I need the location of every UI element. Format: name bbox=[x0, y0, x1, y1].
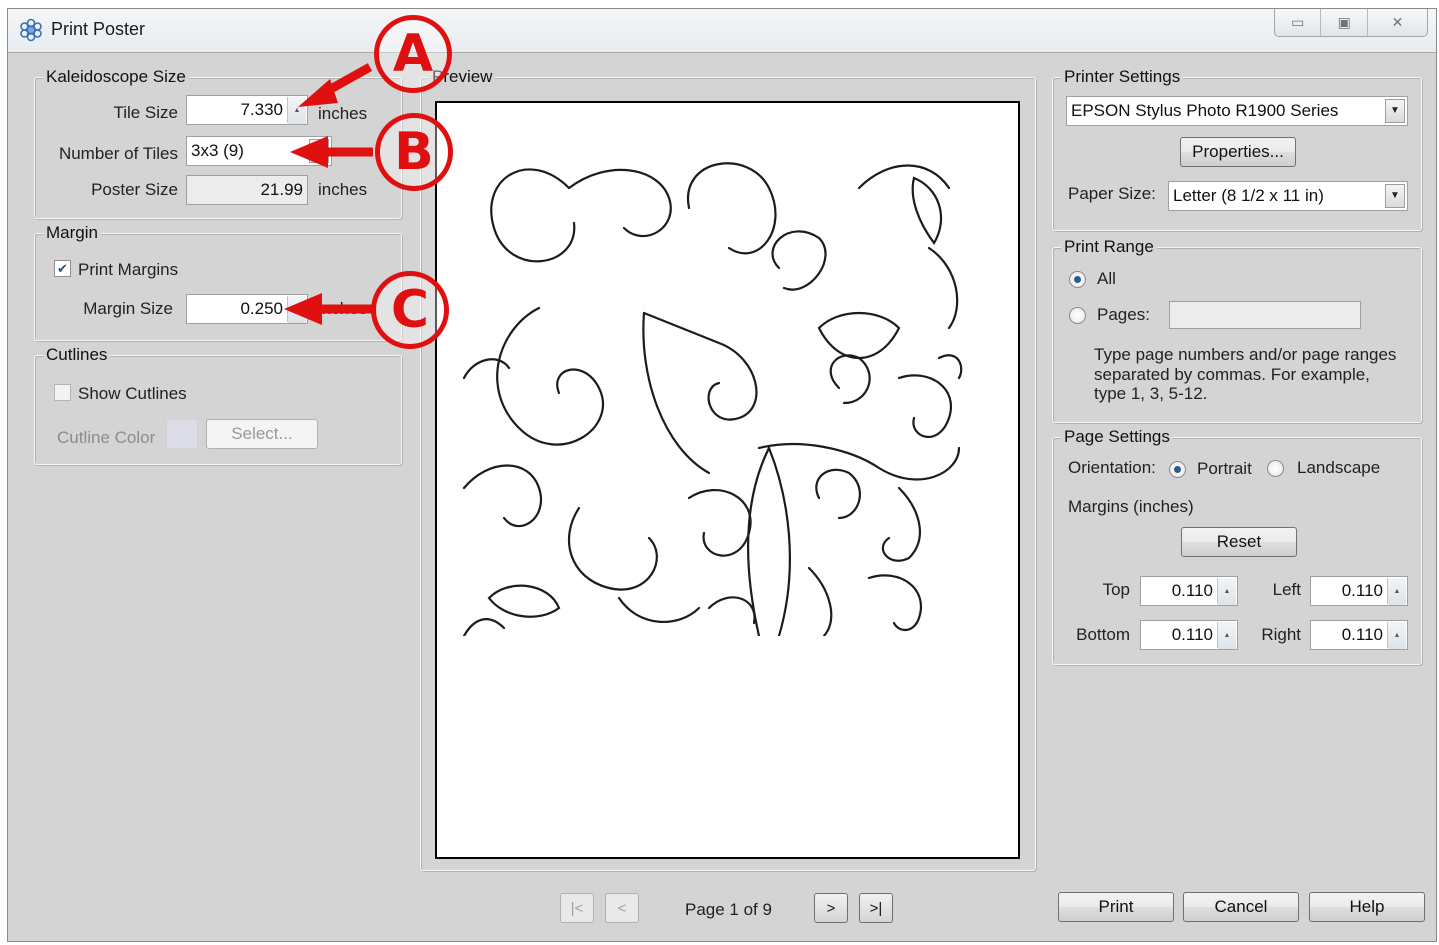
poster-size-field: 21.99 bbox=[186, 175, 308, 205]
top-margin-input[interactable]: 0.110 ▲▼ bbox=[1140, 576, 1238, 606]
cutlines-legend: Cutlines bbox=[43, 345, 111, 365]
callout-a: A bbox=[374, 15, 452, 93]
all-pages-radio[interactable] bbox=[1069, 271, 1086, 288]
portrait-label[interactable]: Portrait bbox=[1197, 459, 1252, 479]
show-cutlines-label[interactable]: Show Cutlines bbox=[78, 384, 187, 404]
orientation-label: Orientation: bbox=[1068, 458, 1156, 477]
minimize-button[interactable]: ▭ bbox=[1275, 9, 1322, 36]
chevron-down-icon[interactable]: ▼ bbox=[1385, 184, 1405, 208]
next-page-button[interactable]: > bbox=[814, 893, 848, 923]
reset-margins-button[interactable]: Reset bbox=[1181, 527, 1297, 557]
poster-size-value: 21.99 bbox=[260, 180, 303, 199]
tile-size-label: Tile Size bbox=[113, 103, 178, 122]
right-margin-spinner[interactable]: ▲▼ bbox=[1387, 622, 1406, 649]
top-margin-spinner[interactable]: ▲▼ bbox=[1217, 578, 1236, 605]
printer-select[interactable]: EPSON Stylus Photo R1900 Series ▼ bbox=[1066, 96, 1408, 126]
preview-frame bbox=[435, 101, 1020, 859]
pages-input[interactable] bbox=[1169, 301, 1361, 329]
top-margin-label: Top bbox=[1102, 580, 1130, 599]
right-margin-value: 0.110 bbox=[1341, 625, 1383, 644]
pages-radio[interactable] bbox=[1069, 307, 1086, 324]
print-button[interactable]: Print bbox=[1058, 892, 1174, 922]
kaleidoscope-pattern-image bbox=[462, 162, 963, 636]
kaleidoscope-app-icon bbox=[20, 18, 42, 42]
select-color-button[interactable]: Select... bbox=[206, 419, 318, 449]
printer-name: EPSON Stylus Photo R1900 Series bbox=[1071, 101, 1339, 120]
left-margin-input[interactable]: 0.110 ▲▼ bbox=[1310, 576, 1408, 606]
poster-size-label: Poster Size bbox=[91, 180, 178, 199]
paper-size-select[interactable]: Letter (8 1/2 x 11 in) ▼ bbox=[1168, 181, 1408, 211]
margin-size-label: Margin Size bbox=[83, 299, 173, 318]
callout-b: B bbox=[375, 113, 453, 191]
all-pages-label[interactable]: All bbox=[1097, 269, 1116, 289]
print-range-help-line-3: type 1, 3, 5-12. bbox=[1094, 384, 1208, 403]
page-settings-legend: Page Settings bbox=[1061, 427, 1173, 447]
left-margin-label: Left bbox=[1272, 580, 1301, 599]
tile-size-unit: inches bbox=[318, 104, 368, 123]
print-margins-label[interactable]: Print Margins bbox=[78, 260, 178, 280]
portrait-radio[interactable] bbox=[1169, 461, 1186, 478]
cutline-color-label: Cutline Color bbox=[57, 428, 156, 447]
left-margin-spinner[interactable]: ▲▼ bbox=[1387, 578, 1406, 605]
help-button[interactable]: Help bbox=[1309, 892, 1425, 922]
cutline-color-swatch bbox=[166, 419, 198, 449]
print-margins-checkbox[interactable]: ✔ bbox=[54, 260, 71, 277]
print-range-help-line-1: Type page numbers and/or page ranges bbox=[1094, 345, 1397, 364]
tile-size-spinner[interactable]: ▲▼ bbox=[287, 97, 306, 124]
pages-label[interactable]: Pages: bbox=[1097, 305, 1150, 325]
spin-up-icon[interactable]: ▲ bbox=[1388, 578, 1406, 605]
margin-size-value: 0.250 bbox=[240, 299, 283, 318]
number-of-tiles-select[interactable]: 3x3 (9) ▼ bbox=[186, 136, 332, 166]
landscape-label[interactable]: Landscape bbox=[1297, 458, 1380, 478]
spin-up-icon[interactable]: ▲ bbox=[1218, 578, 1236, 605]
window-title: Print Poster bbox=[51, 19, 146, 39]
print-poster-window: Print Poster ▭ ▣ ✕ Kaleidoscope Size Til… bbox=[7, 8, 1437, 942]
number-of-tiles-label: Number of Tiles bbox=[58, 144, 178, 163]
left-margin-value: 0.110 bbox=[1341, 581, 1383, 600]
paper-size-value: Letter (8 1/2 x 11 in) bbox=[1173, 186, 1324, 205]
last-page-button[interactable]: >| bbox=[859, 893, 893, 923]
printer-settings-legend: Printer Settings bbox=[1061, 67, 1184, 87]
margin-size-spinner[interactable]: ▲▼ bbox=[287, 296, 306, 323]
right-margin-input[interactable]: 0.110 ▲▼ bbox=[1310, 620, 1408, 650]
number-of-tiles-value: 3x3 (9) bbox=[191, 141, 244, 160]
tile-size-value: 7.330 bbox=[240, 100, 283, 119]
spin-up-icon[interactable]: ▲ bbox=[1218, 622, 1236, 649]
poster-size-unit: inches bbox=[318, 180, 368, 199]
preview-page bbox=[437, 103, 1018, 857]
title-bar: Print Poster ▭ ▣ ✕ bbox=[8, 9, 1436, 53]
margin-size-unit: inches bbox=[318, 299, 368, 318]
print-range-legend: Print Range bbox=[1061, 237, 1157, 257]
landscape-radio[interactable] bbox=[1267, 460, 1284, 477]
bottom-margin-value: 0.110 bbox=[1171, 625, 1213, 644]
margin-group: Margin bbox=[34, 223, 402, 341]
maximize-button[interactable]: ▣ bbox=[1321, 9, 1368, 36]
spin-up-icon[interactable]: ▲ bbox=[288, 296, 306, 323]
kaleidoscope-size-legend: Kaleidoscope Size bbox=[43, 67, 189, 87]
margins-inches-label: Margins (inches) bbox=[1068, 497, 1194, 516]
properties-button[interactable]: Properties... bbox=[1180, 137, 1296, 167]
paper-size-label: Paper Size: bbox=[1068, 184, 1156, 203]
tile-size-input[interactable]: 7.330 ▲▼ bbox=[186, 95, 308, 125]
page-indicator: Page 1 of 9 bbox=[685, 900, 772, 919]
margin-legend: Margin bbox=[43, 223, 101, 243]
previous-page-button[interactable]: < bbox=[605, 893, 639, 923]
top-margin-value: 0.110 bbox=[1171, 581, 1213, 600]
cancel-button[interactable]: Cancel bbox=[1183, 892, 1299, 922]
margin-size-input[interactable]: 0.250 ▲▼ bbox=[186, 294, 308, 324]
chevron-down-icon[interactable]: ▼ bbox=[309, 139, 329, 163]
spin-up-icon[interactable]: ▲ bbox=[288, 97, 306, 124]
bottom-margin-input[interactable]: 0.110 ▲▼ bbox=[1140, 620, 1238, 650]
spin-up-icon[interactable]: ▲ bbox=[1388, 622, 1406, 649]
bottom-margin-label: Bottom bbox=[1076, 625, 1130, 644]
chevron-down-icon[interactable]: ▼ bbox=[1385, 99, 1405, 123]
show-cutlines-checkbox[interactable] bbox=[54, 384, 71, 401]
close-button[interactable]: ✕ bbox=[1368, 9, 1427, 36]
print-range-help-line-2: separated by commas. For example, bbox=[1094, 365, 1370, 384]
right-margin-label: Right bbox=[1261, 625, 1301, 644]
bottom-margin-spinner[interactable]: ▲▼ bbox=[1217, 622, 1236, 649]
callout-c: C bbox=[371, 271, 449, 349]
window-controls: ▭ ▣ ✕ bbox=[1274, 9, 1428, 37]
first-page-button[interactable]: |< bbox=[560, 893, 594, 923]
